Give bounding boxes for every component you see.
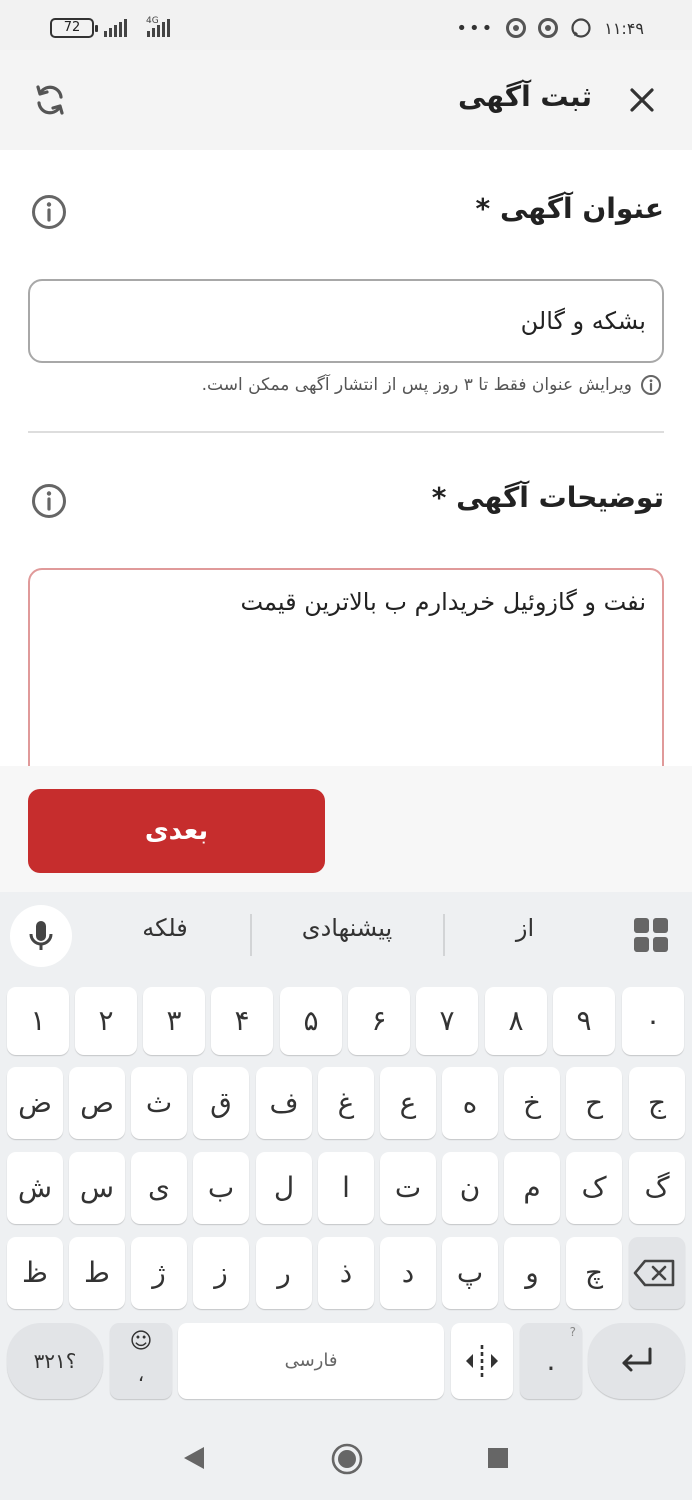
key-letter[interactable]: ش [7,1152,63,1224]
close-icon [630,88,654,112]
suggestion-item[interactable]: از [480,914,570,942]
key-letter[interactable]: ص [69,1067,125,1139]
space-key[interactable]: فارسی [178,1323,444,1399]
section-divider [28,431,664,433]
key-2[interactable]: ۲ [75,987,137,1055]
key-letter[interactable]: پ [442,1237,498,1309]
next-button[interactable]: بعدی [28,789,325,873]
key-8[interactable]: ۸ [485,987,547,1055]
key-letter[interactable]: و [504,1237,560,1309]
key-letter[interactable]: م [504,1152,560,1224]
key-letter[interactable]: ق [193,1067,249,1139]
bottom-action-bar: بعدی [0,766,692,892]
cursor-key[interactable] [451,1323,513,1399]
mic-icon [29,921,53,950]
ad-description-textarea[interactable]: نفت و گازوئیل خریدارم ب بالاترین قیمت [28,568,664,798]
key-letter[interactable]: د [380,1237,436,1309]
system-nav-bar [0,1420,692,1500]
cursor-move-icon [466,1345,498,1377]
key-letter[interactable]: ظ [7,1237,63,1309]
status-right-group: ••• ۱۱:۴۹ [456,17,644,39]
key-4[interactable]: ۴ [211,987,273,1055]
overflow-dots-icon: ••• [456,17,495,39]
key-6[interactable]: ۶ [348,987,410,1055]
chrome-icon [538,18,559,38]
whatsapp-icon [571,18,591,38]
status-bar: 72 4G ••• ۱۱:۴۹ [0,0,692,50]
key-letter[interactable]: غ [318,1067,374,1139]
chrome-icon [506,18,527,38]
period-key[interactable]: ? . [520,1323,582,1399]
key-letter[interactable]: ر [256,1237,312,1309]
key-letter[interactable]: چ [566,1237,622,1309]
backspace-icon [633,1259,675,1287]
home-icon[interactable] [330,1442,364,1476]
enter-icon [622,1347,652,1372]
backspace-key[interactable] [629,1237,685,1309]
description-info-button[interactable] [30,482,68,520]
battery-indicator: 72 [50,18,98,38]
clock: ۱۱:۴۹ [604,18,644,38]
key-letter[interactable]: ز [193,1237,249,1309]
info-icon [641,375,661,395]
key-9[interactable]: ۹ [553,987,615,1055]
suggestion-item[interactable]: فلکه [110,914,220,942]
back-icon[interactable] [180,1444,208,1472]
close-button[interactable] [624,82,660,118]
key-letter[interactable]: گ [629,1152,685,1224]
info-icon [32,195,66,229]
key-letter[interactable]: ه [442,1067,498,1139]
title-hint-text: ویرایش عنوان فقط تا ۳ روز پس از انتشار آ… [201,375,632,395]
title-section-label: عنوان آگهی * [475,192,664,225]
mic-button[interactable] [10,905,72,967]
key-letter[interactable]: ا [318,1152,374,1224]
key-3[interactable]: ۳ [143,987,205,1055]
suggestion-divider [250,914,252,956]
emoji-comma-key[interactable]: ☺ ، [110,1323,172,1399]
keyboard: فلکه پیشنهادی از ۱ ۲ ۳ ۴ ۵ ۶ ۷ ۸ ۹ ۰ ض ص… [0,892,692,1420]
app-header: ثبت آگهی [0,50,692,150]
info-icon [32,484,66,518]
key-letter[interactable]: ث [131,1067,187,1139]
network-type-label: 4G [146,16,159,26]
enter-key[interactable] [588,1323,685,1399]
key-letter[interactable]: ت [380,1152,436,1224]
key-letter[interactable]: ع [380,1067,436,1139]
recents-icon[interactable] [487,1447,509,1469]
key-letter[interactable]: ح [566,1067,622,1139]
key-letter[interactable]: س [69,1152,125,1224]
key-letter[interactable]: ل [256,1152,312,1224]
symbols-key[interactable]: ؟۳۲۱ [7,1323,103,1399]
suggestion-item[interactable]: پیشنهادی [272,914,422,942]
ad-title-input[interactable]: بشکه و گالن [28,279,664,363]
page-title: ثبت آگهی [457,80,592,113]
key-letter[interactable]: ج [629,1067,685,1139]
key-5[interactable]: ۵ [280,987,342,1055]
apps-grid-icon[interactable] [634,918,668,952]
refresh-icon [36,85,64,115]
key-letter[interactable]: ط [69,1237,125,1309]
key-letter[interactable]: ک [566,1152,622,1224]
key-letter[interactable]: خ [504,1067,560,1139]
key-letter[interactable]: ف [256,1067,312,1139]
key-letter[interactable]: ن [442,1152,498,1224]
refresh-button[interactable] [30,80,70,120]
key-letter[interactable]: ژ [131,1237,187,1309]
key-7[interactable]: ۷ [416,987,478,1055]
period-hint: ? [569,1325,576,1339]
key-letter[interactable]: ض [7,1067,63,1139]
key-letter[interactable]: ی [131,1152,187,1224]
title-hint: ویرایش عنوان فقط تا ۳ روز پس از انتشار آ… [202,374,662,396]
description-section-label: توضیحات آگهی * [431,481,664,514]
key-letter[interactable]: ب [193,1152,249,1224]
comma-label: ، [137,1362,145,1386]
key-0[interactable]: ۰ [622,987,684,1055]
title-info-button[interactable] [30,193,68,231]
signal-icon [104,19,127,37]
suggestion-divider [443,914,445,956]
key-1[interactable]: ۱ [7,987,69,1055]
emoji-icon: ☺ [129,1329,153,1354]
key-letter[interactable]: ذ [318,1237,374,1309]
